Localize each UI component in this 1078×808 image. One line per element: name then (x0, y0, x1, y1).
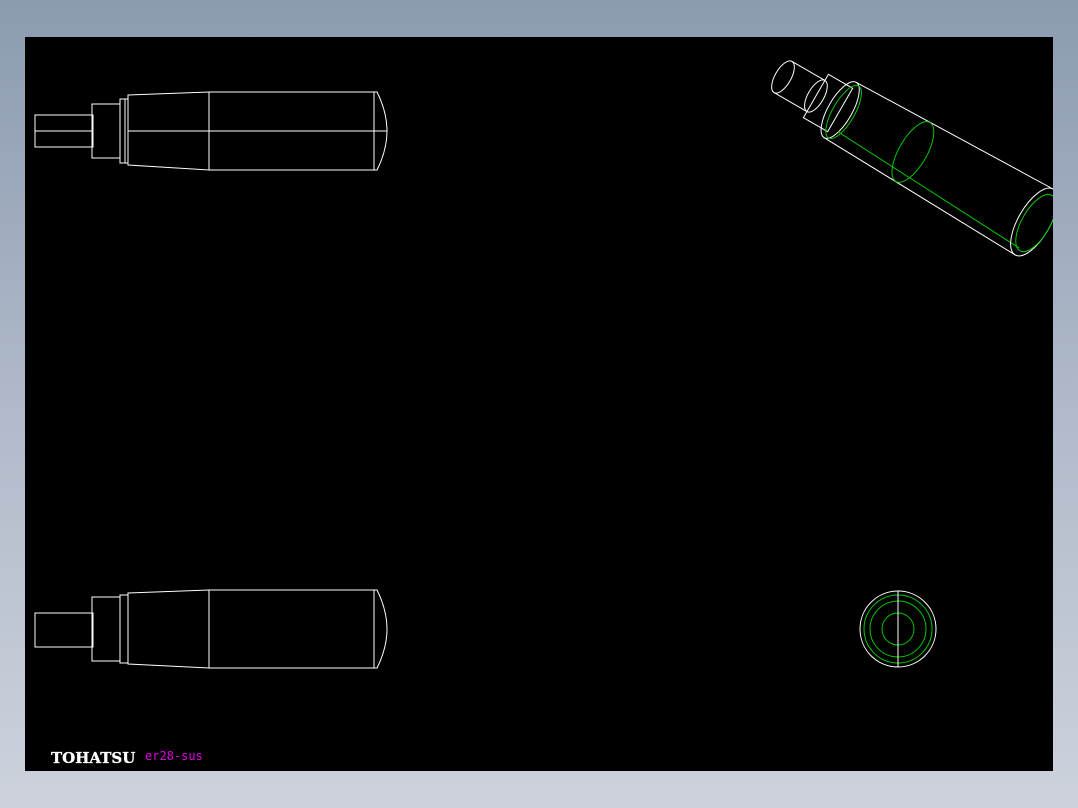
handle-side-view-top (34, 91, 388, 171)
iso-grip-ring (891, 121, 935, 183)
hex-collar (91, 103, 121, 159)
shaft-end-bottom (34, 612, 94, 648)
handle-isometric-view (771, 60, 1053, 257)
tapered-grip-bottom (127, 589, 210, 669)
iso-shaft-end (771, 60, 795, 94)
brand-logo-text: TOHATSU (51, 749, 136, 767)
model-label: er28-sus (145, 749, 203, 763)
hex-collar-bottom (91, 596, 121, 662)
cad-drawing (34, 60, 1053, 669)
handle-side-view-bottom (34, 589, 388, 669)
drawing-canvas: TOHATSU er28-sus (25, 37, 1053, 771)
flange-bottom (119, 594, 129, 664)
flange (119, 98, 129, 164)
grip-body-bottom (208, 589, 388, 669)
handle-end-view (859, 590, 937, 668)
iso-hex-collar (802, 73, 854, 133)
